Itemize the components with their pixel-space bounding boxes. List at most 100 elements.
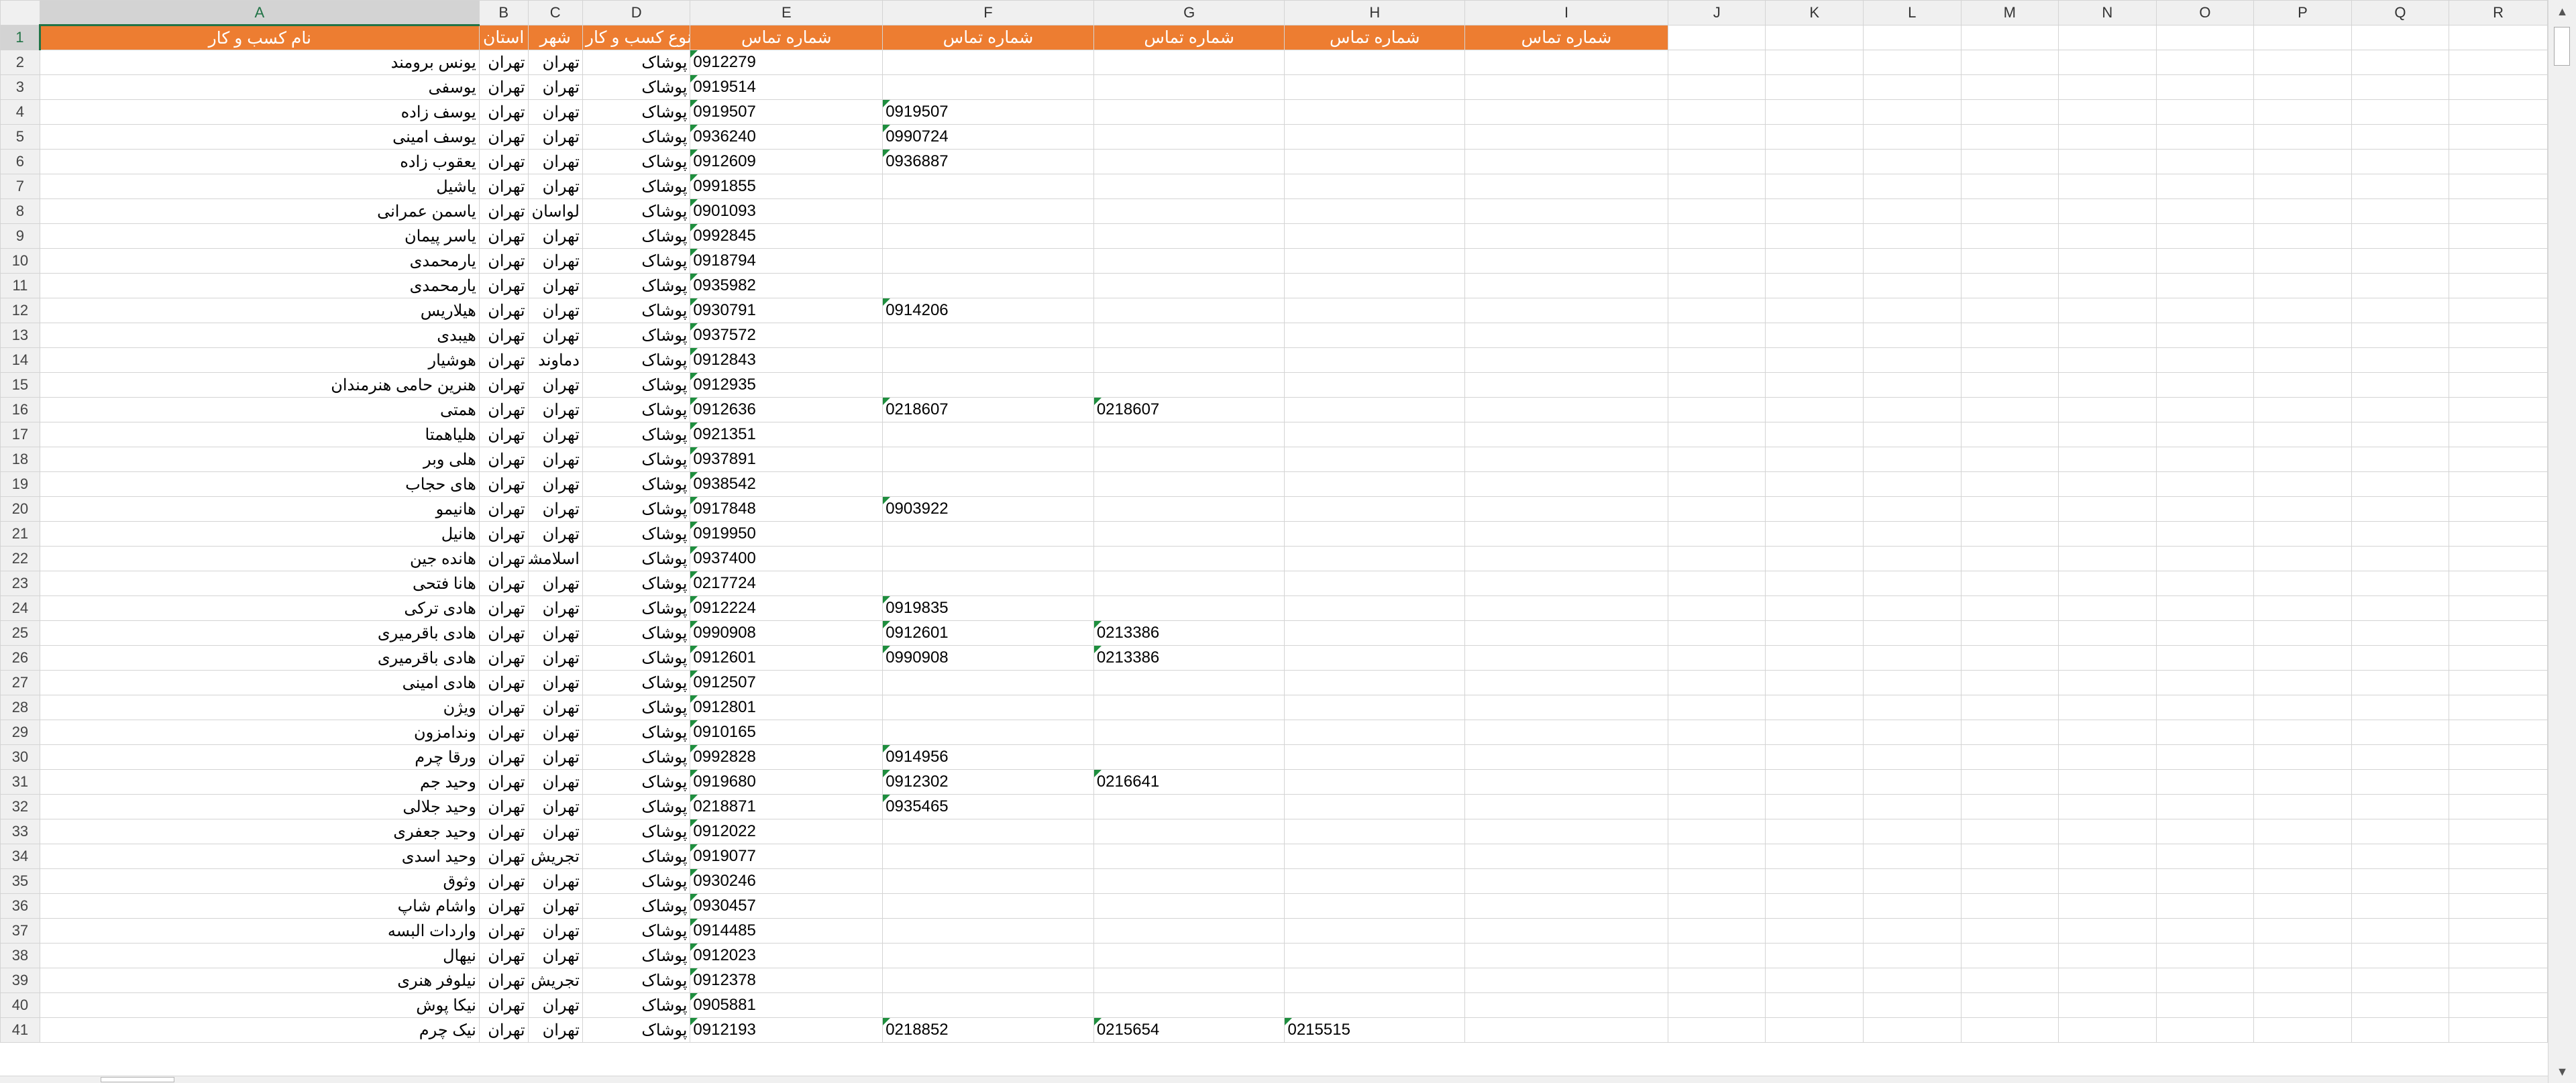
empty-cell[interactable]: [1765, 149, 1864, 174]
empty-cell[interactable]: [1960, 943, 2059, 968]
empty-cell[interactable]: [2253, 422, 2352, 447]
horizontal-scroll-thumb[interactable]: [101, 1077, 174, 1082]
empty-cell[interactable]: [2155, 571, 2255, 596]
empty-cell[interactable]: [2351, 99, 2450, 125]
empty-cell[interactable]: [2155, 620, 2255, 646]
empty-cell[interactable]: [1863, 471, 1962, 497]
empty-cell[interactable]: [2351, 670, 2450, 695]
empty-cell[interactable]: [2253, 50, 2352, 75]
cell-business-name[interactable]: یوسف زاده: [39, 99, 480, 125]
cell-phone-2[interactable]: [882, 918, 1094, 944]
cell-city[interactable]: تهران: [527, 893, 583, 919]
cell-business-name[interactable]: های حجاب: [39, 471, 480, 497]
empty-cell[interactable]: [1960, 595, 2059, 621]
empty-cell[interactable]: [2449, 868, 2548, 894]
cell-phone-3[interactable]: [1093, 74, 1285, 100]
empty-cell[interactable]: [1960, 471, 2059, 497]
cell-phone-1[interactable]: 0992828: [690, 744, 883, 770]
row-number[interactable]: 18: [0, 447, 40, 472]
empty-cell[interactable]: [1667, 720, 1766, 745]
cell-phone-2[interactable]: [882, 74, 1094, 100]
cell-phone-2[interactable]: 0218852: [882, 1017, 1094, 1043]
empty-cell[interactable]: [1464, 422, 1668, 447]
cell-phone-2[interactable]: 0914206: [882, 298, 1094, 323]
cell-phone-1[interactable]: 0992845: [690, 223, 883, 249]
row-number[interactable]: 30: [0, 744, 40, 770]
empty-cell[interactable]: [1464, 347, 1668, 373]
cell-business-name[interactable]: نیکا پوش: [39, 992, 480, 1018]
cell-business-name[interactable]: هنرین حامی هنرمندان: [39, 372, 480, 398]
cell-phone-2[interactable]: 0935465: [882, 794, 1094, 819]
empty-cell[interactable]: [2058, 992, 2157, 1018]
column-header-j[interactable]: J: [1667, 0, 1766, 25]
cell-province[interactable]: تهران: [478, 372, 529, 398]
cell-phone-3[interactable]: [1093, 174, 1285, 199]
empty-cell[interactable]: [2253, 521, 2352, 547]
empty-cell[interactable]: [2351, 595, 2450, 621]
cell-phone-3[interactable]: [1093, 248, 1285, 274]
cell-city[interactable]: لواسان: [527, 198, 583, 224]
cell-phone-2[interactable]: 0912601: [882, 620, 1094, 646]
empty-cell[interactable]: [2351, 273, 2450, 298]
empty-cell[interactable]: [2058, 1017, 2157, 1043]
empty-cell[interactable]: [1765, 323, 1864, 348]
empty-cell[interactable]: [1464, 595, 1668, 621]
cell-phone-1[interactable]: 0919514: [690, 74, 883, 100]
cell-city[interactable]: تهران: [527, 819, 583, 844]
row-number[interactable]: 16: [0, 397, 40, 422]
cell-phone-3[interactable]: [1093, 943, 1285, 968]
empty-cell[interactable]: [1765, 471, 1864, 497]
cell-business-type[interactable]: پوشاک: [582, 372, 691, 398]
cell-business-type[interactable]: پوشاک: [582, 422, 691, 447]
empty-cell[interactable]: [1863, 546, 1962, 571]
cell-phone-2[interactable]: [882, 50, 1094, 75]
empty-cell[interactable]: [2155, 769, 2255, 795]
cell-phone-1[interactable]: 0912193: [690, 1017, 883, 1043]
empty-cell[interactable]: [1667, 248, 1766, 274]
empty-cell[interactable]: [2058, 248, 2157, 274]
empty-cell[interactable]: [1464, 794, 1668, 819]
header-cell-business-type[interactable]: نوع کسب و کار: [582, 25, 691, 50]
empty-cell[interactable]: [1960, 298, 2059, 323]
empty-cell[interactable]: [1464, 819, 1668, 844]
empty-cell[interactable]: [2058, 471, 2157, 497]
empty-cell[interactable]: [2253, 323, 2352, 348]
cell-phone-1[interactable]: 0901093: [690, 198, 883, 224]
column-header-l[interactable]: L: [1863, 0, 1962, 25]
empty-cell[interactable]: [2155, 744, 2255, 770]
empty-cell[interactable]: [2449, 223, 2548, 249]
cell-phone-2[interactable]: [882, 695, 1094, 720]
empty-cell[interactable]: [1667, 198, 1766, 224]
cell-phone-3[interactable]: [1093, 99, 1285, 125]
empty-cell[interactable]: [2253, 198, 2352, 224]
column-header-c[interactable]: C: [527, 0, 583, 25]
cell-phone-1[interactable]: 0910165: [690, 720, 883, 745]
cell-province[interactable]: تهران: [478, 571, 529, 596]
row-number[interactable]: 27: [0, 670, 40, 695]
column-header-h[interactable]: H: [1284, 0, 1466, 25]
empty-cell[interactable]: [1765, 992, 1864, 1018]
empty-cell[interactable]: [1960, 25, 2059, 50]
horizontal-scrollbar[interactable]: [0, 1076, 2548, 1083]
cell-province[interactable]: تهران: [478, 868, 529, 894]
empty-cell[interactable]: [2253, 769, 2352, 795]
cell-phone-2[interactable]: [882, 868, 1094, 894]
cell-phone-1[interactable]: 0912279: [690, 50, 883, 75]
empty-cell[interactable]: [2058, 496, 2157, 522]
empty-cell[interactable]: [2351, 397, 2450, 422]
cell-phone-4[interactable]: [1284, 943, 1466, 968]
cell-phone-1[interactable]: 0217724: [690, 571, 883, 596]
empty-cell[interactable]: [1765, 124, 1864, 150]
empty-cell[interactable]: [1765, 347, 1864, 373]
empty-cell[interactable]: [2155, 794, 2255, 819]
cell-business-type[interactable]: پوشاک: [582, 918, 691, 944]
cell-city[interactable]: تهران: [527, 496, 583, 522]
empty-cell[interactable]: [1765, 819, 1864, 844]
empty-cell[interactable]: [1765, 397, 1864, 422]
empty-cell[interactable]: [2058, 273, 2157, 298]
cell-phone-2[interactable]: [882, 471, 1094, 497]
empty-cell[interactable]: [2155, 50, 2255, 75]
cell-phone-1[interactable]: 0912843: [690, 347, 883, 373]
cell-business-type[interactable]: پوشاک: [582, 50, 691, 75]
empty-cell[interactable]: [2351, 968, 2450, 993]
